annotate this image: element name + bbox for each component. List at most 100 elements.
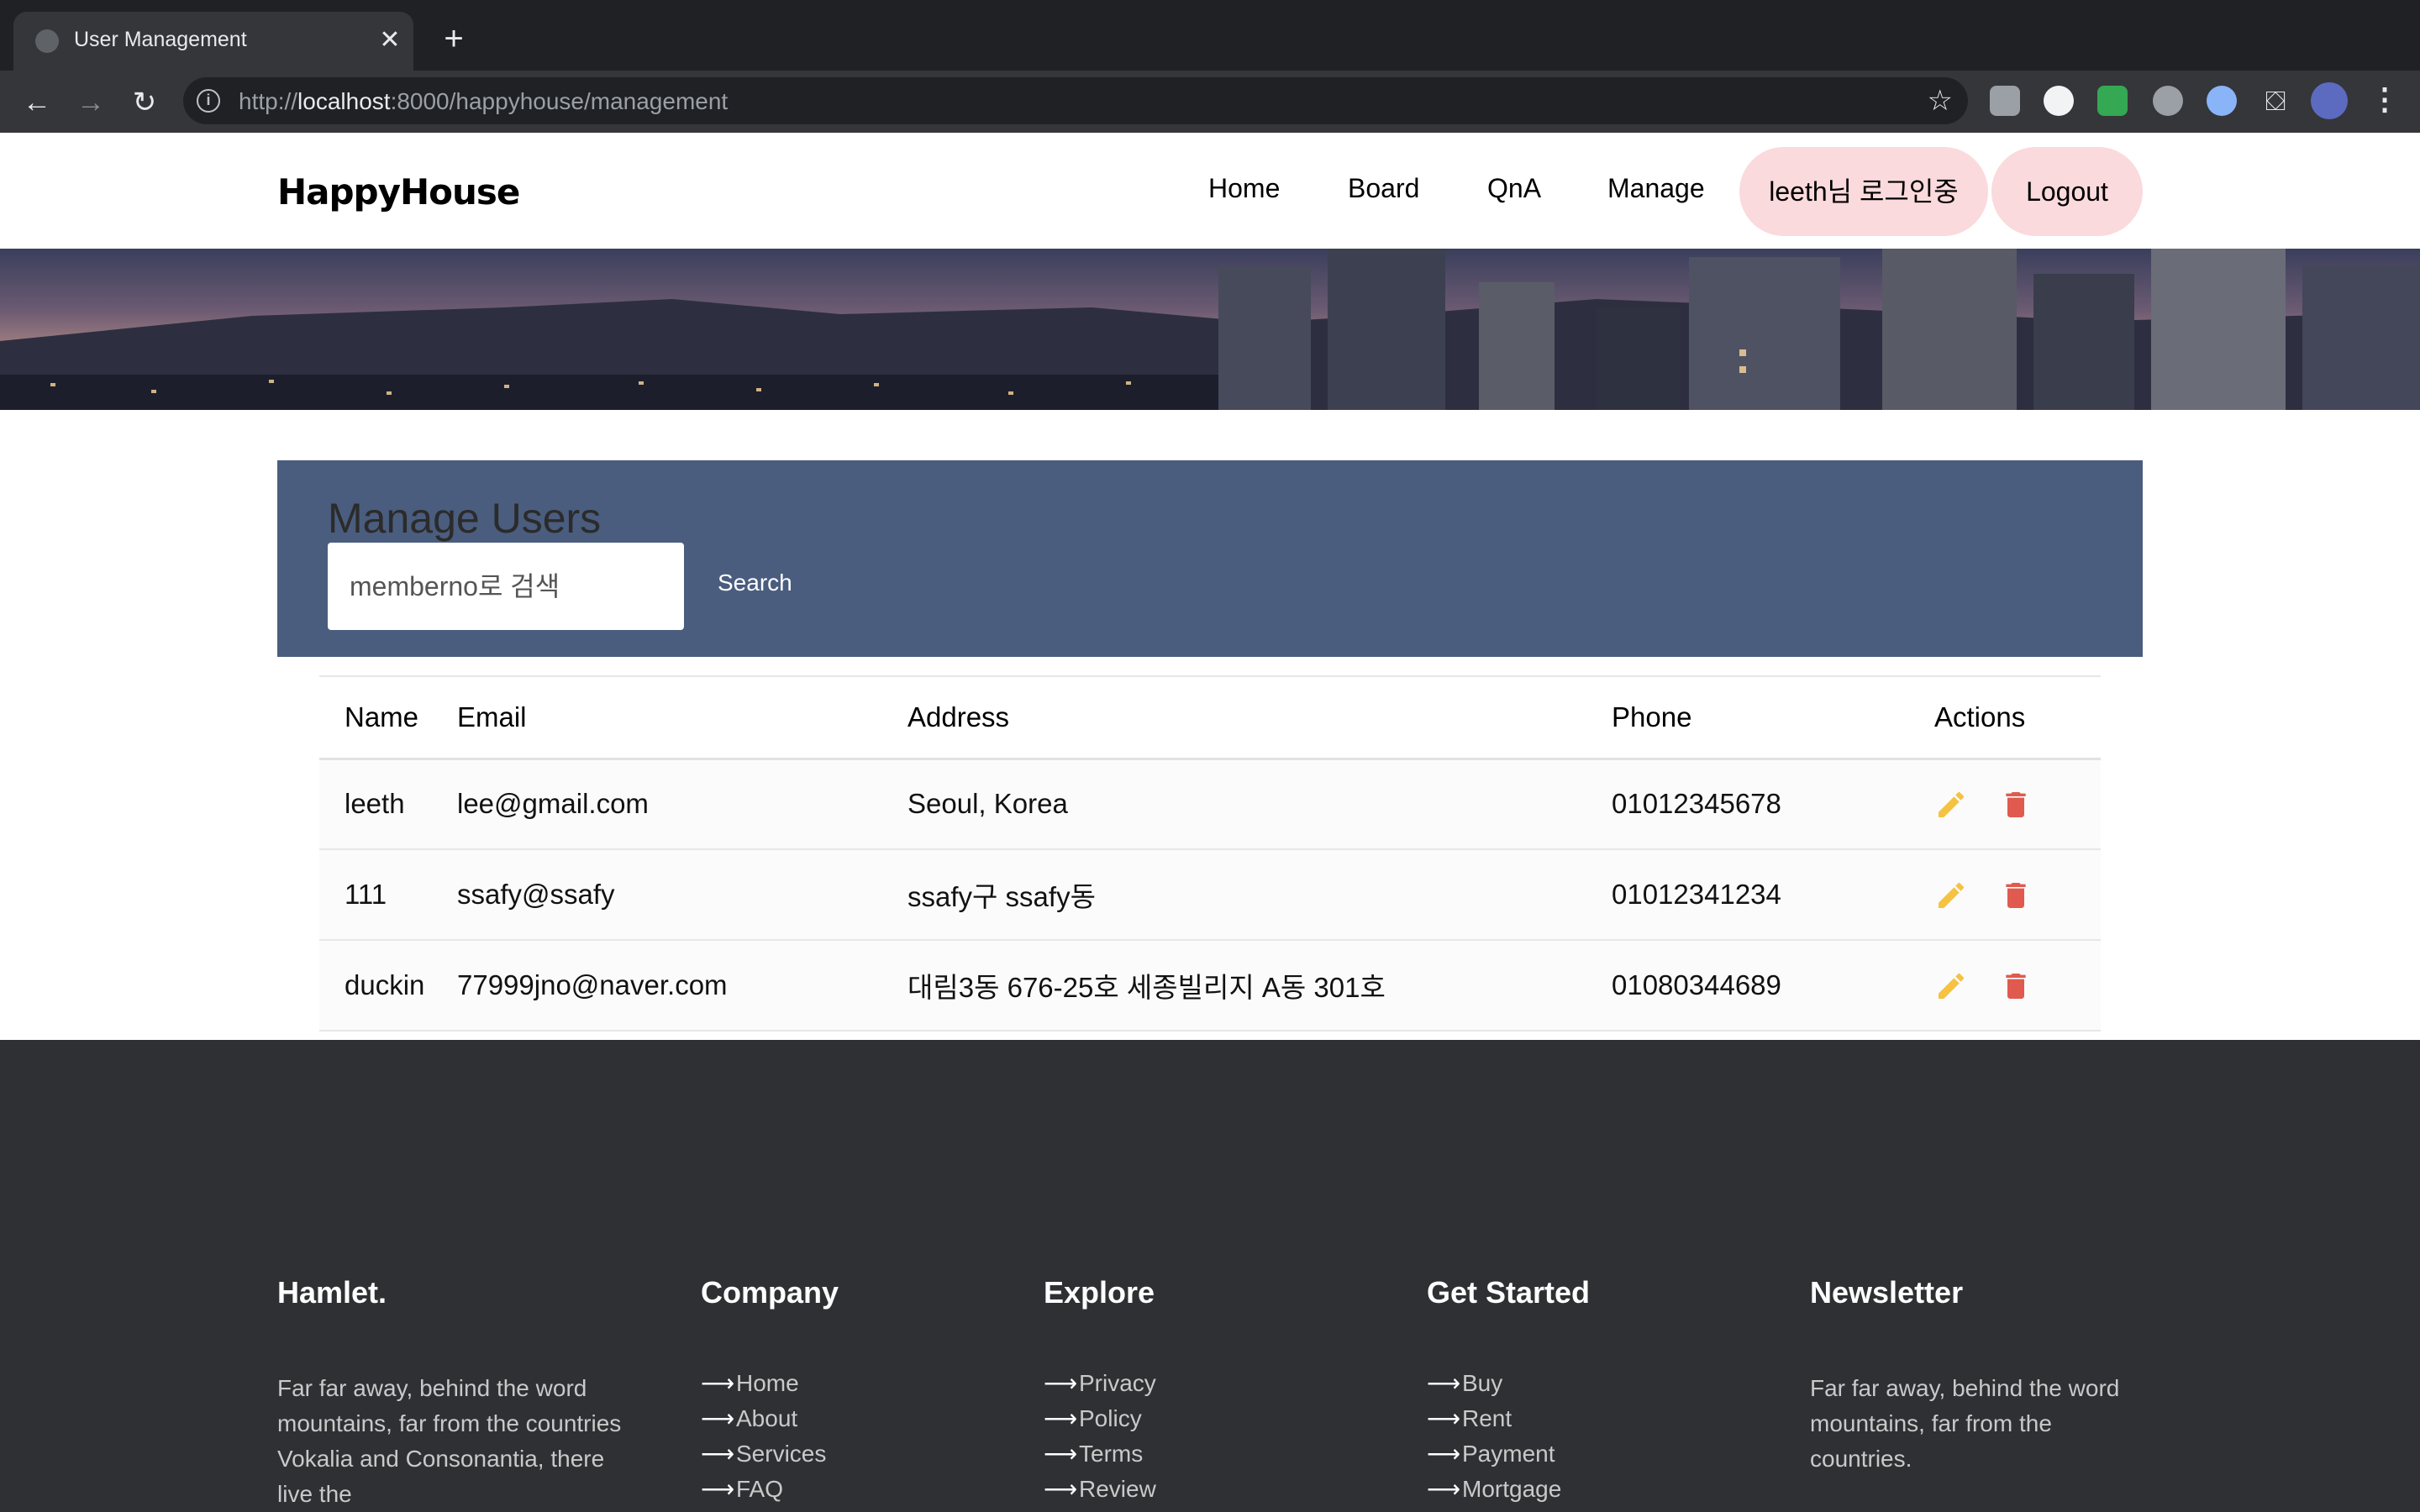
extension-icon-3[interactable] [2097,86,2128,116]
edit-pencil-icon[interactable] [1934,879,1968,912]
hero-banner [0,249,2420,410]
globe-icon [35,29,59,53]
site-footer: Hamlet. Far far away, behind the word mo… [0,1040,2420,1512]
arrow-right-icon: ⟶ [701,1370,735,1396]
extension-icon-5[interactable] [2207,86,2237,116]
footer-get-started-heading: Get Started [1427,1275,1591,1310]
footer-link-services[interactable]: ⟶Services [701,1436,839,1472]
site-info-icon[interactable]: i [197,89,220,113]
table-row: leeth lee@gmail.com Seoul, Korea 0101234… [319,759,2101,850]
cell-address: 대림3동 676-25호 세종빌리지 A동 301호 [908,940,1612,1032]
column-header-name: Name [319,675,457,760]
cell-phone: 01080344689 [1612,940,1934,1032]
puzzle-icon[interactable]: ⛋ [2260,86,2291,116]
arrow-right-icon: ⟶ [1044,1405,1078,1431]
column-header-actions: Actions [1934,675,2101,760]
footer-newsletter-heading: Newsletter [1810,1275,1964,1310]
column-header-phone: Phone [1612,675,1934,760]
forward-icon[interactable]: → [72,84,109,121]
tab-close-icon[interactable]: ✕ [373,24,407,57]
arrow-right-icon: ⟶ [1427,1405,1461,1431]
footer-link-home[interactable]: ⟶Home [701,1366,839,1401]
cell-name: duckin [319,940,457,1032]
extension-icon-2[interactable] [2044,86,2074,116]
user-status-pill[interactable]: leeth님 로그인중 [1739,147,1988,236]
manage-users-panel: Manage Users Search [277,460,2143,657]
cell-address: Seoul, Korea [908,759,1612,850]
brand-logo[interactable]: HappyHouse [277,171,520,213]
cell-phone: 01012341234 [1612,849,1934,941]
delete-trash-icon[interactable] [1999,788,2033,822]
logout-button[interactable]: Logout [1991,147,2143,236]
footer-link-faq[interactable]: ⟶FAQ [701,1472,839,1507]
footer-newsletter-text: Far far away, behind the word mountains,… [1810,1375,2120,1472]
new-tab-icon[interactable]: + [437,22,471,55]
browser-tabbar: User Management ✕ + [0,0,2420,71]
delete-trash-icon[interactable] [1999,879,2033,912]
users-table: Name Email Address Phone Actions leeth l… [319,675,2101,1032]
cell-email: 77999jno@naver.com [457,940,908,1032]
cell-email: lee@gmail.com [457,759,908,850]
footer-get-started-column: Get Started ⟶Buy ⟶Rent ⟶Payment ⟶Mortgag… [1427,1275,1590,1507]
cell-actions [1934,940,2101,1032]
nav-home[interactable]: Home [1208,173,1280,204]
address-bar[interactable]: i http://localhost:8000/happyhouse/manag… [183,77,1968,124]
cell-email: ssafy@ssafy [457,849,908,941]
search-button[interactable]: Search [718,570,792,596]
footer-link-policy[interactable]: ⟶Policy [1044,1401,1156,1436]
site-header: HappyHouse Home Board QnA Manage leeth님 … [0,133,2420,249]
column-header-email: Email [457,675,908,760]
delete-trash-icon[interactable] [1999,969,2033,1003]
footer-link-privacy[interactable]: ⟶Privacy [1044,1366,1156,1401]
reload-icon[interactable]: ↻ [126,84,163,121]
search-input[interactable] [328,543,684,630]
footer-company-column: Company ⟶Home ⟶About ⟶Services ⟶FAQ [701,1275,839,1507]
footer-link-buy[interactable]: ⟶Buy [1427,1366,1590,1401]
city-skyline-image [0,249,2420,410]
bookmark-star-icon[interactable]: ☆ [1928,84,1953,118]
footer-link-payment[interactable]: ⟶Payment [1427,1436,1590,1472]
footer-brand: Hamlet. [277,1275,387,1310]
footer-link-review[interactable]: ⟶Review [1044,1472,1156,1507]
nav-board[interactable]: Board [1348,173,1419,204]
cell-name: leeth [319,759,457,850]
footer-link-about[interactable]: ⟶About [701,1401,839,1436]
tab-title: User Management [74,28,247,51]
footer-company-heading: Company [701,1275,839,1310]
arrow-right-icon: ⟶ [1044,1370,1078,1396]
cell-actions [1934,759,2101,850]
back-icon[interactable]: ← [18,84,55,121]
footer-link-mortgage[interactable]: ⟶Mortgage [1427,1472,1590,1507]
column-header-address: Address [908,675,1612,760]
extension-icon-4[interactable] [2153,86,2183,116]
cell-phone: 01012345678 [1612,759,1934,850]
footer-newsletter-column: Newsletter Far far away, behind the word… [1810,1275,2154,1477]
arrow-right-icon: ⟶ [1427,1476,1461,1502]
arrow-right-icon: ⟶ [701,1441,735,1467]
menu-kebab-icon[interactable]: ⋮ [2370,81,2400,118]
footer-explore-column: Explore ⟶Privacy ⟶Policy ⟶Terms ⟶Review [1044,1275,1156,1507]
page-title: Manage Users [328,495,602,542]
footer-brand-text: Far far away, behind the word mountains,… [277,1375,622,1507]
cell-name: 111 [319,849,457,941]
extension-icon-1[interactable] [1990,86,2020,116]
table-row: duckin 77999jno@naver.com 대림3동 676-25호 세… [319,940,2101,1032]
footer-explore-heading: Explore [1044,1275,1155,1310]
nav-qna[interactable]: QnA [1487,173,1541,204]
avatar[interactable] [2311,82,2348,119]
browser-tab[interactable]: User Management ✕ [13,12,413,71]
edit-pencil-icon[interactable] [1934,788,1968,822]
arrow-right-icon: ⟶ [1044,1476,1078,1502]
cell-address: ssafy구 ssafy동 [908,849,1612,941]
nav-manage[interactable]: Manage [1607,173,1705,204]
arrow-right-icon: ⟶ [1044,1441,1078,1467]
arrow-right-icon: ⟶ [701,1405,735,1431]
arrow-right-icon: ⟶ [1427,1441,1461,1467]
arrow-right-icon: ⟶ [1427,1370,1461,1396]
footer-link-terms[interactable]: ⟶Terms [1044,1436,1156,1472]
footer-link-rent[interactable]: ⟶Rent [1427,1401,1590,1436]
url-text[interactable]: http://localhost:8000/happyhouse/managem… [239,88,728,115]
edit-pencil-icon[interactable] [1934,969,1968,1003]
cell-actions [1934,849,2101,941]
arrow-right-icon: ⟶ [701,1476,735,1502]
